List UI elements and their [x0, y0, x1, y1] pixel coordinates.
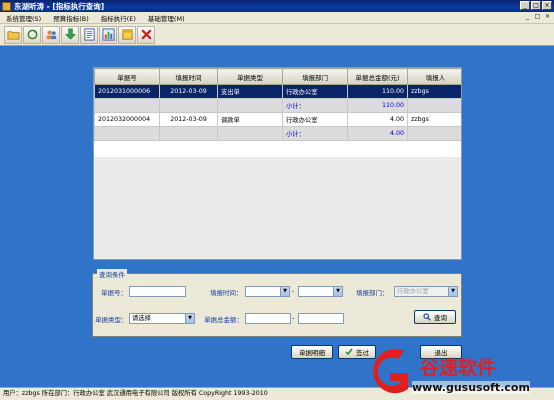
amount-label: 单据总金额： [204, 316, 243, 324]
detail-button-label: 单据明细 [299, 349, 325, 357]
window-title: 东湖听涛 - [指标执行查询] [14, 1, 105, 11]
start-date-picker[interactable]: ▼ [245, 286, 290, 297]
search-button-label: 查询 [434, 314, 447, 322]
dept-select[interactable]: 行政办公室 ▼ [394, 286, 458, 297]
column-header-dept[interactable]: 填报部门 [282, 68, 348, 85]
cell-fill-time: 2012-03-09 [159, 84, 218, 99]
cell-empty [407, 98, 461, 113]
download-icon[interactable] [61, 25, 79, 44]
toolbar [0, 24, 554, 46]
column-header-filler[interactable]: 填报人 [407, 68, 461, 85]
cell-dept: 行政办公室 [282, 84, 348, 99]
title-bar: 东湖听涛 - [指标执行查询] _ □ × [0, 0, 554, 12]
column-header-amount[interactable]: 单据总金额(元) [347, 68, 408, 85]
chevron-down-icon[interactable]: ▼ [185, 314, 194, 323]
cell-filler: zzbgs [407, 84, 461, 99]
grid-empty-area [94, 157, 461, 259]
end-date-picker[interactable]: ▼ [298, 286, 343, 297]
doc-type-select[interactable]: 请选择 ▼ [129, 313, 195, 324]
cell-empty [159, 98, 218, 113]
check-icon [345, 348, 353, 356]
results-grid: 单据号 填报时间 单据类型 填报部门 单据总金额(元) 填报人 20120310… [93, 67, 462, 260]
cell-subtotal-amount: 110.00 [347, 98, 408, 113]
cell-empty [217, 98, 283, 113]
chevron-down-icon[interactable]: ▼ [280, 287, 289, 296]
amount-min-input[interactable] [245, 313, 291, 324]
dept-label: 填报部门： [356, 289, 389, 297]
amount-max-input[interactable] [298, 313, 344, 324]
gususoft-logo [373, 349, 408, 394]
cell-empty [94, 126, 160, 141]
minimize-button[interactable]: _ [520, 1, 530, 10]
menu-bar: 系统管理(S) 预算指标(B) 指标执行(E) 基础管理(M) _ □ × [0, 12, 554, 24]
chart-icon[interactable] [99, 25, 117, 44]
table-row[interactable]: 2012032000004 2012-03-09 调款单 行政办公室 4.00 … [94, 112, 461, 127]
menu-budget[interactable]: 预算指标(B) [47, 13, 95, 23]
cell-empty [159, 126, 218, 141]
menu-execution[interactable]: 指标执行(E) [95, 13, 142, 23]
cell-doc-no: 2012032000004 [94, 112, 160, 127]
column-header-doc-type[interactable]: 单据类型 [217, 68, 283, 85]
fill-time-label: 填报时间： [210, 289, 243, 297]
mdi-controls: _ □ × [523, 13, 552, 21]
cell-filler: zzbgs [407, 112, 461, 127]
watermark-brand: 谷速软件 [420, 357, 497, 379]
cell-amount: 110.00 [347, 84, 408, 99]
cell-empty [94, 98, 160, 113]
cell-empty [217, 126, 283, 141]
cell-subtotal-label: 小计： [282, 126, 348, 141]
window-controls: _ □ × [520, 1, 552, 10]
date-range-dash: - [292, 287, 295, 295]
mdi-close-button[interactable]: × [543, 13, 552, 21]
mdi-restore-button[interactable]: □ [533, 13, 542, 21]
users-icon[interactable] [42, 25, 60, 44]
detail-button[interactable]: 单据明细 [291, 345, 333, 359]
doc-no-label: 单据号： [101, 289, 127, 297]
menu-system[interactable]: 系统管理(S) [0, 13, 47, 23]
watermark: 谷速软件 www.gususoft.com [368, 345, 554, 400]
document-icon[interactable] [118, 25, 136, 44]
maximize-button[interactable]: □ [531, 1, 541, 10]
menu-basic[interactable]: 基础管理(M) [142, 13, 191, 23]
doc-type-label: 单据类型： [95, 316, 128, 324]
dept-value: 行政办公室 [397, 288, 429, 295]
cell-doc-type: 支出单 [217, 84, 283, 99]
folder-open-icon[interactable] [4, 25, 22, 44]
table-row[interactable]: 2012031000006 2012-03-09 支出单 行政办公室 110.0… [94, 84, 461, 99]
column-header-fill-time[interactable]: 填报时间 [159, 68, 218, 85]
cell-subtotal-label: 小计： [282, 98, 348, 113]
cell-doc-no: 2012031000006 [94, 84, 160, 99]
query-panel-title: 查询条件 [97, 269, 127, 279]
query-panel: 查询条件 单据号： 填报时间： ▼ - ▼ 填报部门： 行政办公室 ▼ 单据类型：… [92, 269, 462, 337]
cell-fill-time: 2012-03-09 [159, 112, 218, 127]
close-button[interactable]: × [542, 1, 552, 10]
grid-header-row: 单据号 填报时间 单据类型 填报部门 单据总金额(元) 填报人 [94, 68, 461, 85]
chevron-down-icon[interactable]: ▼ [448, 287, 457, 296]
doc-type-value: 请选择 [132, 315, 151, 322]
doc-no-input[interactable] [129, 286, 186, 297]
refresh-icon[interactable] [23, 25, 41, 44]
search-button[interactable]: 查询 [414, 310, 456, 324]
report-icon[interactable] [80, 25, 98, 44]
cell-doc-type: 调款单 [217, 112, 283, 127]
cell-dept: 行政办公室 [282, 112, 348, 127]
subtotal-row[interactable]: 小计： 4.00 [94, 126, 461, 141]
amount-range-dash: - [292, 314, 295, 322]
search-icon [423, 313, 431, 321]
close-red-icon[interactable] [137, 25, 155, 44]
cell-subtotal-amount: 4.00 [347, 126, 408, 141]
watermark-url: www.gususoft.com [412, 381, 530, 394]
column-header-doc-no[interactable]: 单据号 [94, 68, 160, 85]
cell-empty [407, 126, 461, 141]
chevron-down-icon[interactable]: ▼ [333, 287, 342, 296]
mdi-minimize-button[interactable]: _ [523, 13, 532, 21]
subtotal-row[interactable]: 小计： 110.00 [94, 98, 461, 113]
cell-amount: 4.00 [347, 112, 408, 127]
app-icon [2, 1, 11, 11]
